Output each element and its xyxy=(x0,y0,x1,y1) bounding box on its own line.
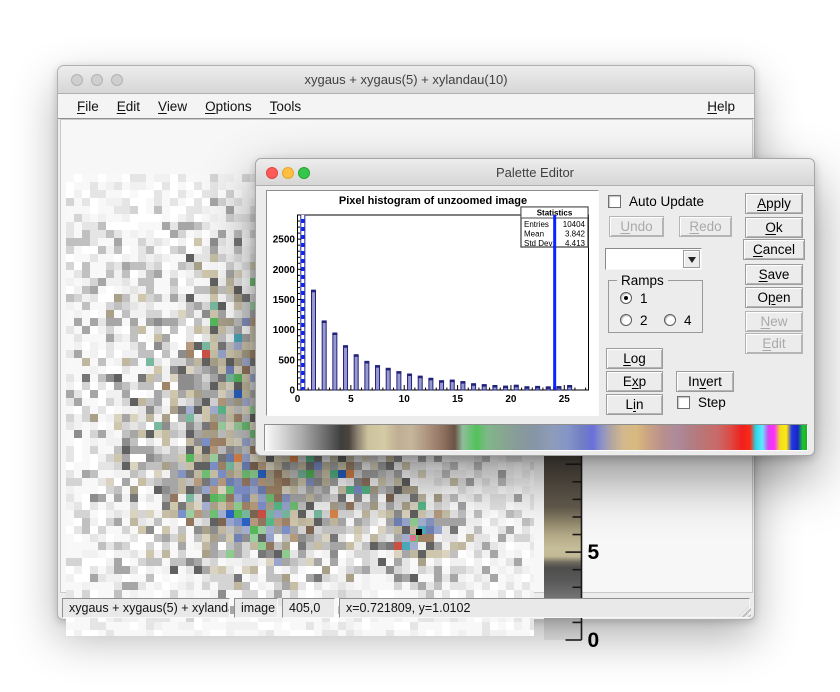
svg-text:5: 5 xyxy=(348,394,354,405)
svg-text:5: 5 xyxy=(588,541,600,564)
status-object-type: image xyxy=(234,598,278,618)
status-axis-coords: x=0.721809, y=1.0102 xyxy=(339,598,750,618)
menu-tools[interactable]: Tools xyxy=(261,99,311,114)
ramps-radio-4[interactable] xyxy=(664,314,676,326)
auto-update-label: Auto Update xyxy=(629,194,704,209)
auto-update-checkbox[interactable] xyxy=(608,195,621,208)
step-checkbox[interactable] xyxy=(677,396,690,409)
apply-button[interactable]: Apply xyxy=(745,193,803,214)
ramps-radio-1[interactable] xyxy=(620,292,632,304)
invert-button[interactable]: Invert xyxy=(676,371,734,392)
svg-text:2000: 2000 xyxy=(273,265,296,276)
window-close-button[interactable] xyxy=(71,74,83,86)
exp-button[interactable]: Exp xyxy=(606,371,663,392)
edit-button[interactable]: Edit xyxy=(745,333,803,354)
open-button[interactable]: Open xyxy=(745,287,803,308)
redo-button[interactable]: Redo xyxy=(679,216,732,237)
svg-text:20: 20 xyxy=(505,394,517,405)
dialog-zoom-button[interactable] xyxy=(298,167,310,179)
new-button[interactable]: New xyxy=(745,311,803,332)
ramps-radio-1-label: 1 xyxy=(640,291,648,306)
svg-text:Pixel histogram of unzoomed im: Pixel histogram of unzoomed image xyxy=(339,195,527,207)
menu-edit[interactable]: Edit xyxy=(108,99,149,114)
pixel-histogram[interactable]: Pixel histogram of unzoomed image 0 5 10 15 2… xyxy=(267,191,598,415)
dialog-close-button[interactable] xyxy=(266,167,278,179)
menubar: File Edit View Options Tools Help xyxy=(58,94,754,119)
window-title: xygaus + xygaus(5) + xylandau(10) xyxy=(58,66,754,94)
svg-text:4.413: 4.413 xyxy=(565,239,586,248)
svg-text:10404: 10404 xyxy=(563,220,586,229)
lin-button[interactable]: Lin xyxy=(606,394,663,415)
dialog-title: Palette Editor xyxy=(256,159,814,186)
svg-text:Mean: Mean xyxy=(524,230,544,239)
svg-text:Entries: Entries xyxy=(524,220,549,229)
svg-text:0: 0 xyxy=(289,386,295,397)
cancel-button[interactable]: Cancel xyxy=(743,239,805,260)
svg-text:0: 0 xyxy=(588,629,600,652)
palette-gradient-strip[interactable] xyxy=(264,424,808,451)
dropdown-arrow-icon[interactable] xyxy=(683,250,700,268)
menu-view[interactable]: View xyxy=(149,99,196,114)
main-window-titlebar[interactable]: xygaus + xygaus(5) + xylandau(10) xyxy=(58,66,754,94)
undo-button[interactable]: Undo xyxy=(609,216,664,237)
svg-text:1500: 1500 xyxy=(273,295,296,306)
svg-text:2500: 2500 xyxy=(273,235,296,246)
svg-text:1000: 1000 xyxy=(273,325,296,336)
ramps-group-label: Ramps xyxy=(617,273,668,288)
svg-text:15: 15 xyxy=(452,394,464,405)
ramps-group: Ramps 1 2 4 xyxy=(608,280,703,333)
log-button[interactable]: Log xyxy=(606,348,663,369)
svg-text:3.842: 3.842 xyxy=(565,230,586,239)
histogram-panel: Pixel histogram of unzoomed image 0 5 10 15 2… xyxy=(266,190,599,416)
menu-help[interactable]: Help xyxy=(698,99,744,114)
svg-text:25: 25 xyxy=(559,394,571,405)
palette-editor-dialog: Palette Editor Pixel histogram of unzoom… xyxy=(255,158,815,456)
ramps-radio-2[interactable] xyxy=(620,314,632,326)
dialog-titlebar[interactable]: Palette Editor xyxy=(256,159,814,186)
ramps-radio-4-label: 4 xyxy=(684,313,692,328)
save-button[interactable]: Save xyxy=(745,264,803,285)
svg-text:Std Dev: Std Dev xyxy=(524,239,552,248)
svg-text:0: 0 xyxy=(295,394,301,405)
ok-button[interactable]: Ok xyxy=(745,217,803,238)
svg-text:10: 10 xyxy=(399,394,411,405)
status-pixel-coords: 405,0 xyxy=(282,598,335,618)
window-minimize-button[interactable] xyxy=(91,74,103,86)
statusbar: xygaus + xygaus(5) + xylandau(10) image … xyxy=(58,595,754,620)
ramps-radio-2-label: 2 xyxy=(640,313,648,328)
menu-file[interactable]: File xyxy=(68,99,108,114)
svg-text:500: 500 xyxy=(278,355,295,366)
status-function-name: xygaus + xygaus(5) + xylandau(10) xyxy=(62,598,230,618)
step-label: Step xyxy=(698,395,726,410)
menu-options[interactable]: Options xyxy=(196,99,261,114)
window-zoom-button[interactable] xyxy=(111,74,123,86)
dialog-minimize-button[interactable] xyxy=(282,167,294,179)
